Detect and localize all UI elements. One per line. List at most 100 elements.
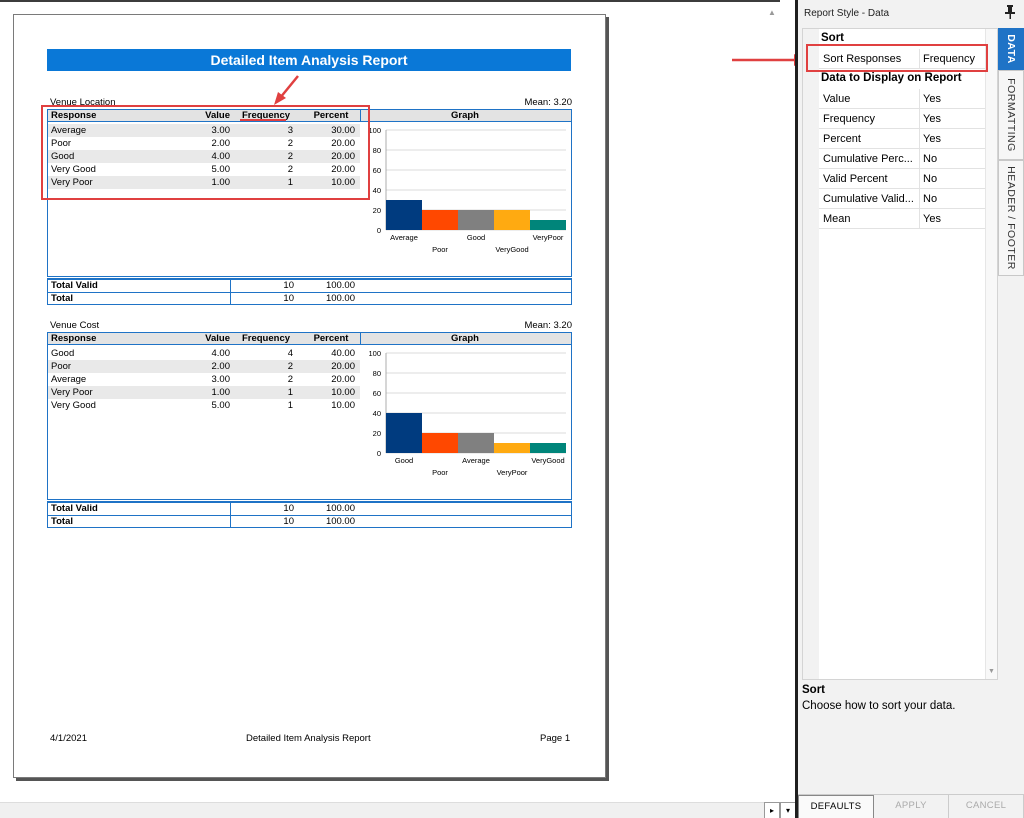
scroll-down-icon[interactable]: ▾ [780,802,796,818]
report-preview-area: Detailed Item Analysis Report Venue Loca… [0,0,796,818]
y-tick-label: 60 [373,389,381,398]
y-tick-label: 20 [373,429,381,438]
property-value[interactable]: Value Yes [819,89,985,109]
section-venue-cost: Venue Cost Mean: 3.20 Response Value Fre… [47,320,572,500]
property-cumulative-percent[interactable]: Cumulative Perc... No [819,149,985,169]
col-value: Value [205,110,230,121]
section-name: Venue Cost [50,320,100,331]
bar-chart-venue-location: 0 20 40 60 80 100 Average Poor Good VeryGood VeryP… [368,126,566,254]
property-mean[interactable]: Mean Yes [819,209,985,229]
apply-button[interactable]: APPLY [874,795,949,818]
y-tick-label: 40 [373,409,381,418]
x-tick-label: Average [390,233,418,242]
table-row: Very Poor 1.00 1 10.00 [48,176,360,189]
property-description: Sort Choose how to sort your data. [802,682,998,792]
table-row: Average 3.00 2 20.00 [51,374,355,385]
y-tick-label: 40 [373,186,381,195]
section-mean: Mean: 3.20 [524,97,572,108]
horizontal-scrollbar[interactable] [0,802,780,818]
tab-header-footer[interactable]: HEADER / FOOTER [998,160,1024,276]
table-row: Very Poor 1.00 1 10.00 [48,386,360,399]
x-tick-label: VeryPoor [533,233,564,242]
x-tick-label: Average [462,456,490,465]
section-name: Venue Location [50,97,116,108]
bar [458,433,494,453]
section-mean: Mean: 3.20 [524,320,572,331]
table-row: Good 4.00 4 40.00 [51,348,355,359]
bar [530,443,566,453]
bar-chart-venue-cost: 0 20 40 60 80 100 Good Poor Average VeryPoorVeryG… [368,349,566,477]
total-valid-row: Total Valid 10 100.00 [51,503,355,515]
footer-page: Page 1 [540,733,571,744]
table-header: Response Value Frequency Percent Graph [48,333,571,345]
col-response: Response [51,110,97,121]
description-title: Sort [802,684,825,696]
grid-scrollbar[interactable]: ▼ [985,29,997,679]
col-value: Value [205,333,230,344]
x-tick-label: Good [395,456,413,465]
table-row: Poor 2.00 2 20.00 [48,360,360,373]
footer-title: Detailed Item Analysis Report [246,733,371,744]
y-tick-label: 20 [373,206,381,215]
bar [494,443,530,453]
col-response: Response [51,333,97,344]
section-totals: Total Valid 10 100.00 Total 10 100.00 [47,501,572,528]
x-tick-label: VeryGood [495,245,528,254]
table-row: Poor 2.00 2 20.00 [51,138,355,149]
vertical-scrollbar[interactable]: ▲ [764,2,780,818]
panel-button-bar: DEFAULTS APPLY CANCEL [798,794,1024,818]
footer-date: 4/1/2021 [50,733,87,744]
pin-icon[interactable] [1004,5,1016,19]
y-tick-label: 0 [377,226,381,235]
annotation-arrow-icon [274,75,299,105]
y-tick-label: 100 [368,126,381,135]
cancel-button[interactable]: CANCEL [949,795,1024,818]
description-text: Choose how to sort your data. [802,700,956,712]
col-percent: Percent [313,333,349,344]
section-table: Response Value Frequency Percent Graph A… [47,109,572,277]
x-tick-label: Good [467,233,485,242]
bar [386,413,422,453]
x-tick-label: VeryPoor [497,468,528,477]
y-tick-label: 80 [373,146,381,155]
y-tick-label: 60 [373,166,381,175]
panel-title: Report Style - Data [804,8,890,19]
property-sort-responses[interactable]: Sort Responses Frequency [819,49,985,69]
property-percent[interactable]: Percent Yes [819,129,985,149]
section-totals: Total Valid 10 100.00 Total 10 100.00 [47,278,572,305]
category-sort: Sort [821,32,844,44]
section-table: Response Value Frequency Percent Graph G… [47,332,572,500]
x-tick-label: Poor [432,468,448,477]
x-tick-label: Poor [432,245,448,254]
x-tick-label: VeryGood [531,456,564,465]
section-venue-location: Venue Location Mean: 3.20 Response Value… [47,97,572,277]
col-graph: Graph [451,333,479,344]
property-valid-percent[interactable]: Valid Percent No [819,169,985,189]
tab-data[interactable]: DATA [998,28,1024,70]
bar [386,200,422,230]
total-row: Total 10 100.00 [48,292,571,305]
category-data-to-display: Data to Display on Report [821,72,962,84]
bar [422,433,458,453]
bar [494,210,530,230]
y-tick-label: 0 [377,449,381,458]
col-percent: Percent [313,110,349,121]
table-rows: Average 3.00 3 30.00 Poor 2.00 2 20.00 Good 4.0… [48,124,360,189]
total-valid-row: Total Valid 10 100.00 [51,280,355,292]
panel-tabs: DATA FORMATTING HEADER / FOOTER [998,28,1024,280]
property-frequency[interactable]: Frequency Yes [819,109,985,129]
total-row: Total 10 100.00 [48,515,571,528]
scroll-left-icon[interactable]: ▸ [764,802,780,818]
table-row: Good 4.00 2 20.00 [48,150,360,163]
report-page: Detailed Item Analysis Report Venue Loca… [13,14,606,778]
annotation-underline [240,119,286,121]
report-title: Detailed Item Analysis Report [47,49,571,71]
col-graph: Graph [451,110,479,121]
defaults-button[interactable]: DEFAULTS [798,795,874,818]
table-row: Average 3.00 3 30.00 [48,124,360,137]
tab-formatting[interactable]: FORMATTING [998,70,1024,160]
table-row: Very Good 5.00 1 10.00 [51,400,355,411]
property-cumulative-valid[interactable]: Cumulative Valid... No [819,189,985,209]
bar [530,220,566,230]
table-rows: Good 4.00 4 40.00 Poor 2.00 2 20.00 Average 3.0… [48,347,360,412]
